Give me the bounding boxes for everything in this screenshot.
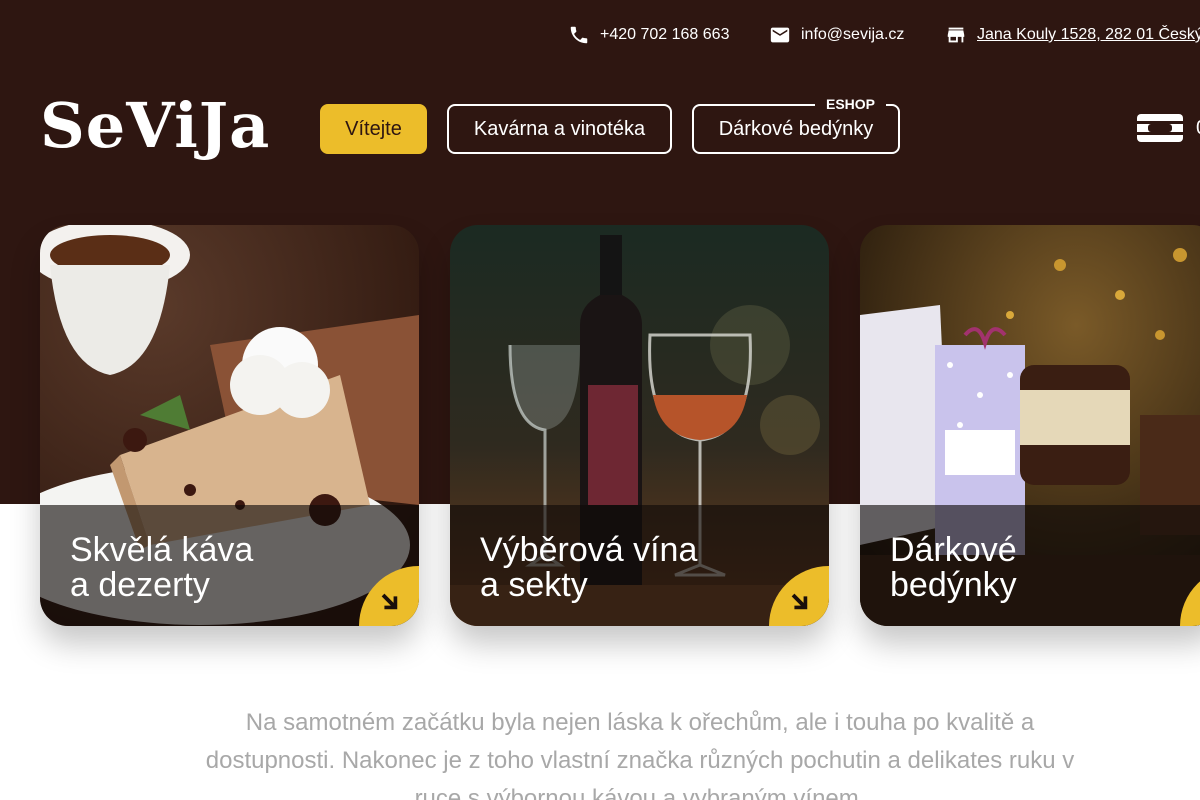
- brand-logo[interactable]: SeViJa: [40, 86, 270, 166]
- card-title: Výběrová vína a sekty: [480, 533, 780, 603]
- phone-number: +420 702 168 663: [600, 26, 730, 43]
- arrow-down-right-icon: [791, 593, 808, 610]
- card-gift-boxes[interactable]: Dárkové bedýnky: [860, 225, 1200, 626]
- card-title: Dárkové bedýnky: [890, 533, 1190, 603]
- card-caption: Dárkové bedýnky: [860, 505, 1200, 626]
- contact-bar: +420 702 168 663 info@sevija.cz Jana Kou…: [0, 24, 1200, 50]
- contact-email[interactable]: info@sevija.cz: [769, 24, 904, 46]
- mail-icon: [770, 27, 790, 43]
- eshop-badge: ESHOP: [815, 96, 887, 112]
- nav-item-vitejte[interactable]: Vítejte: [320, 104, 427, 154]
- store-icon: [947, 27, 965, 43]
- card-title-line2: a dezerty: [70, 566, 210, 604]
- card-coffee-desserts[interactable]: Skvělá káva a dezerty: [40, 225, 419, 626]
- card-title: Skvělá káva a dezerty: [70, 533, 370, 603]
- intro-paragraph: Na samotném začátku byla nejen láska k o…: [205, 709, 1075, 800]
- contact-phone[interactable]: +420 702 168 663: [568, 24, 729, 46]
- card-title-line1: Dárkové: [890, 531, 1017, 569]
- nav-item-kavarna[interactable]: Kavárna a vinotéka: [447, 104, 672, 154]
- card-title-line2: a sekty: [480, 566, 588, 604]
- card-wines[interactable]: Výběrová vína a sekty: [450, 225, 829, 626]
- cart-button[interactable]: 0: [1136, 112, 1200, 144]
- card-title-line1: Skvělá káva: [70, 531, 254, 569]
- card-title-line2: bedýnky: [890, 566, 1017, 604]
- contact-address[interactable]: Jana Kouly 1528, 282 01 Český: [945, 24, 1200, 46]
- cart-icon: [1137, 114, 1183, 142]
- card-title-line1: Výběrová vína: [480, 531, 698, 569]
- address-link[interactable]: Jana Kouly 1528, 282 01 Český: [977, 26, 1200, 44]
- phone-icon: [570, 26, 588, 44]
- cart-count: 0: [1196, 117, 1200, 140]
- arrow-down-right-icon: [381, 593, 398, 610]
- email-address: info@sevija.cz: [801, 26, 905, 43]
